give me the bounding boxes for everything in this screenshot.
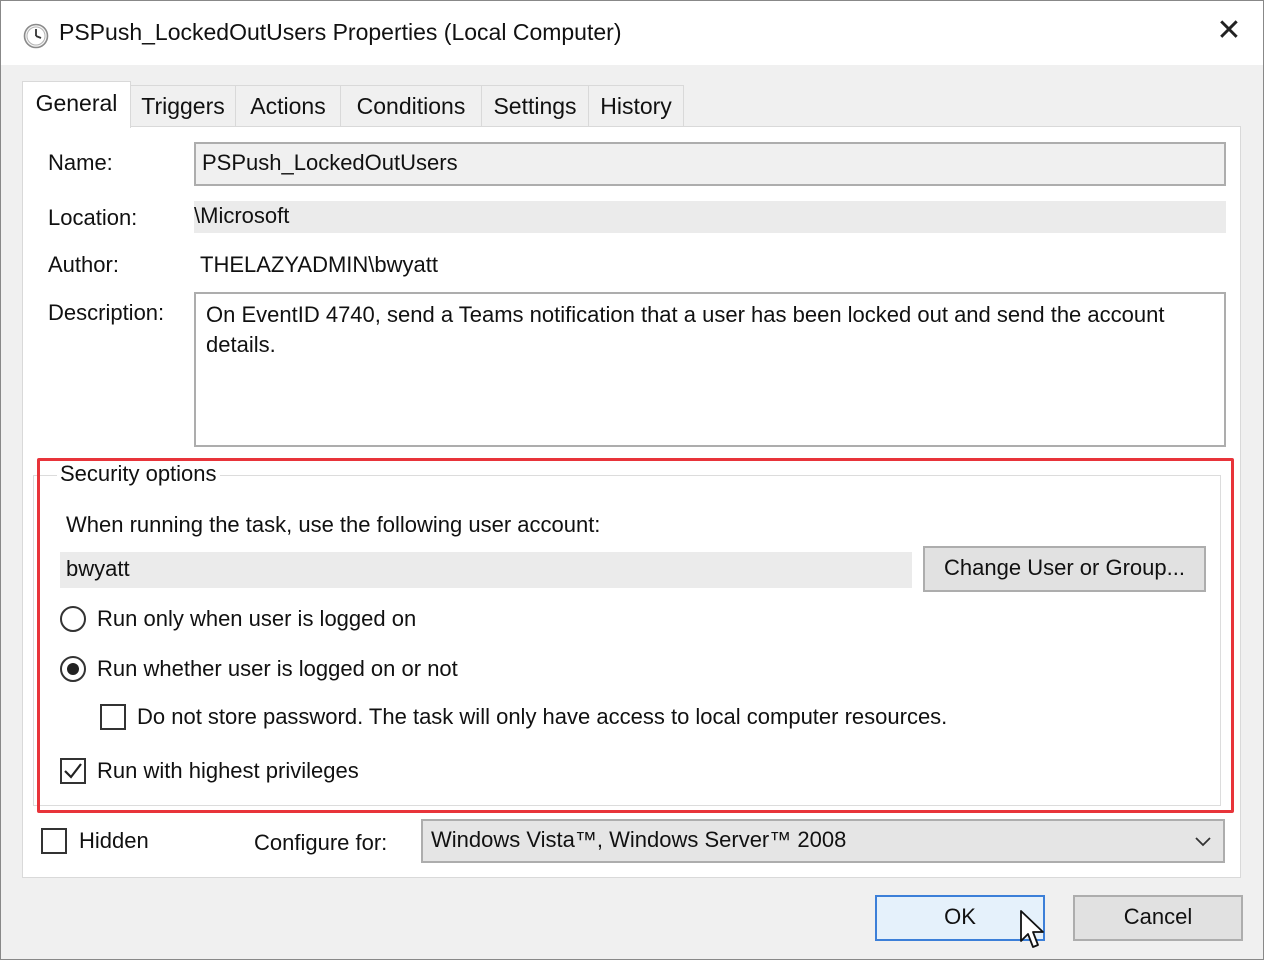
account-prompt: When running the task, use the following…: [66, 512, 601, 537]
run-only-logged-on-radio[interactable]: [60, 606, 86, 632]
highest-privileges-checkbox[interactable]: [60, 758, 86, 784]
cancel-button[interactable]: Cancel: [1073, 895, 1243, 941]
highest-privileges-label[interactable]: Run with highest privileges: [97, 758, 359, 784]
change-user-button[interactable]: Change User or Group...: [923, 546, 1206, 592]
do-not-store-password-checkbox[interactable]: [100, 704, 126, 730]
name-field[interactable]: PSPush_LockedOutUsers: [194, 142, 1226, 186]
tab-actions[interactable]: Actions: [235, 85, 341, 127]
task-properties-dialog: PSPush_LockedOutUsers Properties (Local …: [0, 0, 1264, 960]
description-label: Description:: [48, 300, 165, 325]
run-only-logged-on-label[interactable]: Run only when user is logged on: [97, 606, 416, 632]
tab-general[interactable]: General: [22, 81, 131, 128]
user-account-field: bwyatt: [60, 552, 912, 588]
run-whether-logged-on-label[interactable]: Run whether user is logged on or not: [97, 656, 458, 682]
location-value: \Microsoft: [194, 201, 1226, 233]
security-options-legend: Security options: [57, 461, 220, 487]
name-label: Name:: [48, 150, 113, 175]
configure-for-select[interactable]: Windows Vista™, Windows Server™ 2008: [421, 819, 1225, 863]
title-bar: PSPush_LockedOutUsers Properties (Local …: [1, 1, 1263, 65]
checkmark-icon: [64, 763, 82, 779]
author-value: THELAZYADMIN\bwyatt: [200, 252, 438, 277]
close-icon[interactable]: ✕: [1207, 11, 1251, 51]
do-not-store-password-label[interactable]: Do not store password. The task will onl…: [137, 704, 947, 730]
general-tab-panel: Name: PSPush_LockedOutUsers Location: \M…: [22, 126, 1241, 878]
configure-for-label: Configure for:: [254, 830, 388, 855]
hidden-label[interactable]: Hidden: [79, 828, 149, 854]
description-field[interactable]: On EventID 4740, send a Teams notificati…: [194, 292, 1226, 447]
chevron-down-icon: [1195, 837, 1211, 847]
hidden-checkbox[interactable]: [41, 828, 67, 854]
run-whether-logged-on-radio[interactable]: [60, 656, 86, 682]
tab-triggers[interactable]: Triggers: [130, 85, 236, 127]
tab-conditions[interactable]: Conditions: [340, 85, 482, 127]
radio-selected-dot: [67, 663, 79, 675]
author-label: Author:: [48, 252, 119, 277]
location-label: Location:: [48, 205, 138, 230]
tab-settings[interactable]: Settings: [481, 85, 589, 127]
window-title: PSPush_LockedOutUsers Properties (Local …: [59, 19, 622, 45]
clock-icon: [23, 23, 49, 49]
tab-history[interactable]: History: [588, 85, 684, 127]
mouse-pointer-icon: [1020, 910, 1044, 948]
configure-for-value: Windows Vista™, Windows Server™ 2008: [431, 827, 847, 852]
